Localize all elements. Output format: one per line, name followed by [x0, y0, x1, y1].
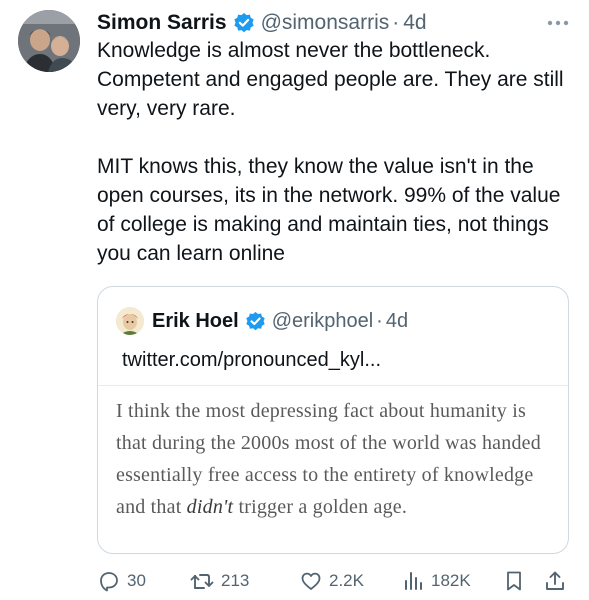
- reply-button[interactable]: 30: [97, 568, 146, 594]
- share-icon: [546, 571, 564, 590]
- quoted-tweet[interactable]: Erik Hoel @erikphoel · 4d twitter.com/pr…: [97, 286, 569, 554]
- more-icon[interactable]: [545, 12, 571, 34]
- tweet-text: Knowledge is almost never the bottleneck…: [97, 36, 575, 268]
- reply-count: 30: [127, 571, 146, 590]
- author-name[interactable]: Simon Sarris: [97, 11, 227, 35]
- like-button[interactable]: 2.2K: [299, 568, 364, 594]
- quoted-author-name[interactable]: Erik Hoel: [152, 310, 239, 333]
- views-button[interactable]: 182K: [401, 568, 471, 594]
- tweet-paragraph-1: Knowledge is almost never the bottleneck…: [97, 39, 564, 120]
- verified-badge-icon: [245, 311, 266, 332]
- tweet-paragraph-2: MIT knows this, they know the value isn'…: [97, 155, 561, 265]
- quoted-author-handle[interactable]: @erikphoel: [272, 310, 373, 333]
- quoted-divider: [98, 385, 568, 386]
- quoted-tweet-link[interactable]: twitter.com/pronounced_kyl...: [122, 349, 381, 372]
- quoted-image-text: I think the most depressing fact about h…: [116, 395, 556, 523]
- tweet-header: Simon Sarris @simonsarris · 4d: [97, 8, 571, 38]
- verified-badge-icon: [233, 12, 255, 34]
- share-button[interactable]: [543, 568, 567, 594]
- quoted-author-avatar[interactable]: [116, 307, 144, 335]
- tweet: Simon Sarris @simonsarris · 4d Knowledge…: [0, 0, 589, 600]
- header-separator: ·: [392, 11, 400, 34]
- avatar-photo: [18, 10, 80, 72]
- retweet-icon: [190, 574, 214, 589]
- retweet-button[interactable]: 213: [189, 568, 249, 594]
- quoted-text-after: trigger a golden age.: [233, 496, 408, 518]
- like-count: 2.2K: [329, 571, 364, 590]
- quoted-tweet-timestamp[interactable]: 4d: [386, 310, 408, 333]
- like-icon: [301, 572, 321, 590]
- author-handle[interactable]: @simonsarris: [261, 11, 390, 35]
- views-count: 182K: [431, 571, 471, 590]
- reply-icon: [100, 572, 118, 592]
- quoted-text-emphasis: didn't: [186, 496, 234, 518]
- views-icon: [405, 572, 422, 590]
- author-avatar[interactable]: [18, 10, 80, 72]
- bookmark-button[interactable]: [502, 568, 526, 594]
- retweet-count: 213: [221, 571, 250, 590]
- action-bar: 30 213 2.2K 182K: [97, 568, 575, 594]
- quoted-header-separator: ·: [376, 309, 383, 332]
- bookmark-icon: [507, 571, 521, 591]
- tweet-timestamp[interactable]: 4d: [403, 11, 426, 35]
- quoted-tweet-header: Erik Hoel @erikphoel · 4d: [116, 307, 556, 335]
